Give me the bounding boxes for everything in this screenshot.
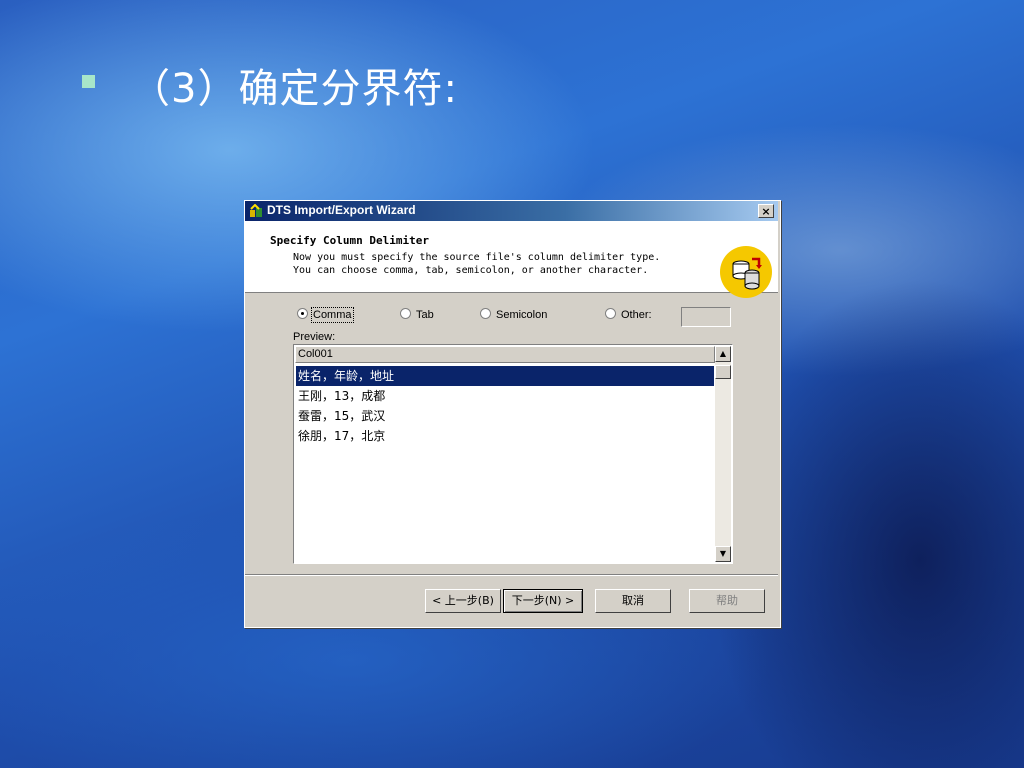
preview-list[interactable]: Col001 姓名，年龄，地址 王刚，13，成都 蚕雷，15，武汉 徐朋，17，… <box>293 344 733 564</box>
other-delimiter-input[interactable] <box>681 307 731 327</box>
scroll-thumb[interactable] <box>715 365 731 379</box>
slide-bullet <box>82 75 95 88</box>
radio-other-indicator <box>605 308 616 319</box>
arrow-down-icon: ▼ <box>719 549 727 558</box>
help-button[interactable]: 帮助 <box>689 589 765 613</box>
wizard-dialog: DTS Import/Export Wizard × Specify Colum… <box>244 200 781 628</box>
back-button[interactable]: < 上一步(B) <box>425 589 501 613</box>
wizard-header: Specify Column Delimiter Now you must sp… <box>245 221 778 298</box>
radio-other-label: Other: <box>621 309 652 321</box>
preview-scrollbar[interactable]: ▲ ▼ <box>715 346 731 562</box>
preview-row[interactable]: 蚕雷，15，武汉 <box>296 406 714 426</box>
cancel-button[interactable]: 取消 <box>595 589 671 613</box>
close-icon: × <box>761 205 771 218</box>
radio-other[interactable]: Other: <box>605 308 652 321</box>
radio-tab-label: Tab <box>416 309 434 321</box>
preview-label: Preview: <box>293 331 336 343</box>
radio-semicolon-label: Semicolon <box>496 309 548 321</box>
title-bar[interactable]: DTS Import/Export Wizard × <box>245 201 778 221</box>
radio-comma[interactable]: Comma <box>297 307 354 323</box>
next-button[interactable]: 下一步(N) > <box>503 589 583 613</box>
radio-semicolon[interactable]: Semicolon <box>480 308 547 321</box>
radio-tab-indicator <box>400 308 411 319</box>
preview-row[interactable]: 姓名，年龄，地址 <box>296 366 714 386</box>
step-title: Specify Column Delimiter <box>270 234 429 247</box>
radio-comma-indicator <box>297 308 308 319</box>
radio-semicolon-indicator <box>480 308 491 319</box>
slide-title: （3）确定分界符: <box>130 66 458 112</box>
close-button[interactable]: × <box>758 204 774 218</box>
step-description: Now you must specify the source file's c… <box>293 252 661 276</box>
button-separator <box>245 574 778 576</box>
scroll-down-button[interactable]: ▼ <box>715 546 731 562</box>
window-title: DTS Import/Export Wizard <box>267 203 416 217</box>
preview-row[interactable]: 王刚，13，成都 <box>296 386 714 406</box>
arrow-up-icon: ▲ <box>719 349 727 358</box>
scroll-up-button[interactable]: ▲ <box>715 346 731 362</box>
radio-comma-label: Comma <box>311 307 354 323</box>
radio-tab[interactable]: Tab <box>400 308 434 321</box>
database-transfer-icon <box>720 246 772 298</box>
column-header[interactable]: Col001 <box>295 346 715 363</box>
preview-row[interactable]: 徐朋，17，北京 <box>296 426 714 446</box>
wizard-app-icon <box>250 204 262 217</box>
preview-rows: 姓名，年龄，地址 王刚，13，成都 蚕雷，15，武汉 徐朋，17，北京 <box>296 366 714 446</box>
